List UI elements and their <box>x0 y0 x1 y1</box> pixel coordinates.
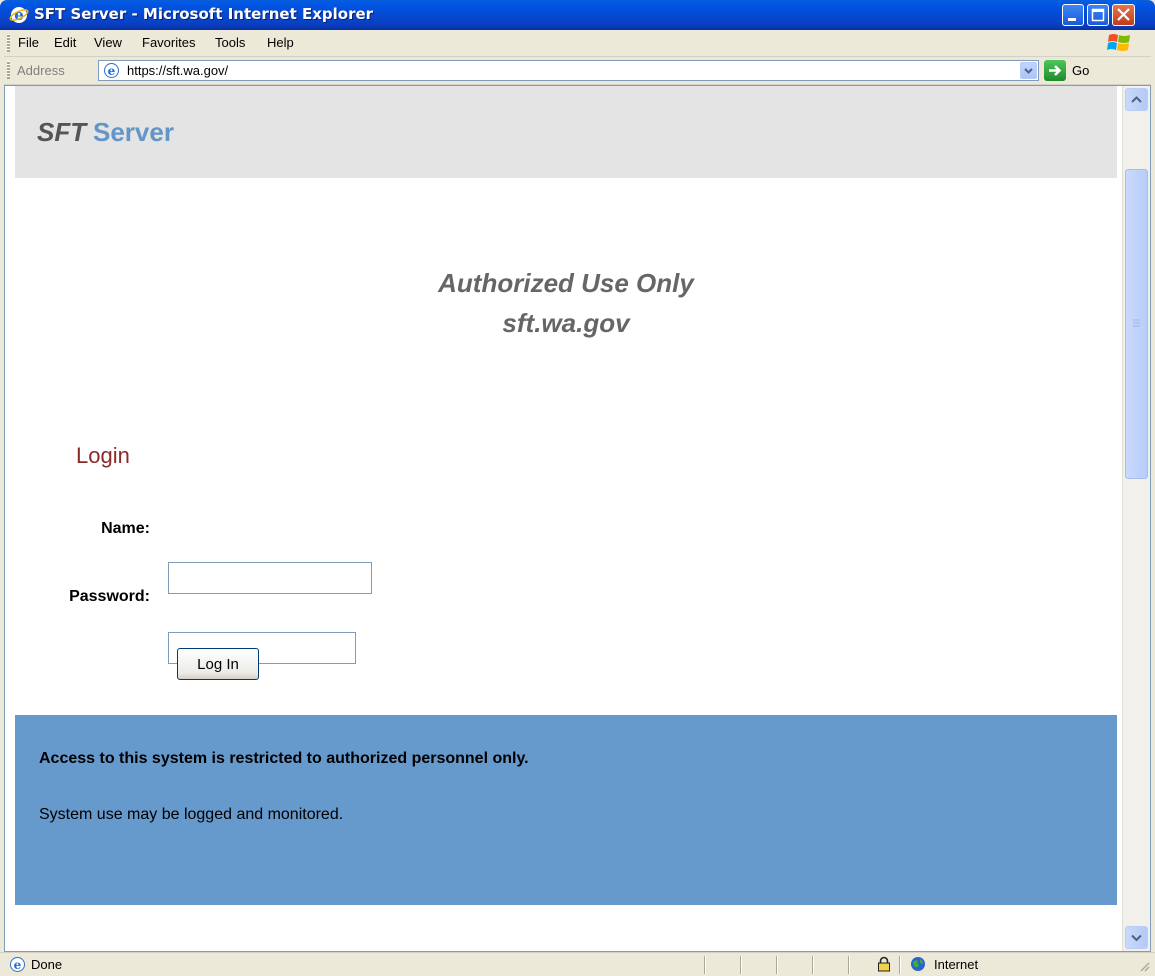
address-label: Address <box>17 63 65 78</box>
title-bar: e SFT Server - Microsoft Internet Explor… <box>0 0 1155 30</box>
auth-notice-host: sft.wa.gov <box>502 308 630 338</box>
ie-page-icon: e <box>10 957 25 972</box>
menu-bar: File Edit View Favorites Tools Help <box>4 30 1151 57</box>
close-icon <box>1117 8 1130 21</box>
address-url: https://sft.wa.gov/ <box>127 63 229 78</box>
svg-text:e: e <box>14 958 22 972</box>
status-bar: e Done Internet <box>0 952 1155 976</box>
name-input[interactable] <box>168 562 372 594</box>
login-button[interactable]: Log In <box>177 648 259 680</box>
address-dropdown-button[interactable] <box>1020 62 1037 79</box>
web-page: SFT Server Authorized Use Only sft.wa.go… <box>15 86 1117 905</box>
go-button[interactable] <box>1044 60 1066 81</box>
resize-grip-icon[interactable] <box>1135 957 1151 973</box>
minimize-button[interactable] <box>1062 4 1084 26</box>
globe-icon <box>911 957 925 971</box>
security-zone: Internet <box>934 957 979 972</box>
menu-view[interactable]: View <box>94 35 122 50</box>
menu-tools[interactable]: Tools <box>215 35 245 50</box>
chevron-down-icon <box>1024 68 1033 74</box>
grip-lines-icon <box>1133 319 1140 327</box>
status-divider <box>740 956 742 974</box>
toolbar-grip[interactable] <box>7 34 10 52</box>
chevron-up-icon <box>1131 96 1142 103</box>
svg-text:e: e <box>108 64 116 78</box>
maximize-button[interactable] <box>1087 4 1109 26</box>
name-label: Name: <box>101 520 150 537</box>
brand-server: Server <box>93 117 174 147</box>
lock-icon[interactable] <box>876 956 892 972</box>
windows-flag-icon <box>1107 34 1130 51</box>
page-header: SFT Server <box>15 86 1117 178</box>
svg-text:e: e <box>14 6 24 24</box>
address-bar: Address e https://sft.wa.gov/ Go <box>4 57 1151 85</box>
menu-help[interactable]: Help <box>267 35 294 50</box>
close-button[interactable] <box>1112 4 1135 26</box>
window-title: SFT Server - Microsoft Internet Explorer <box>34 5 374 23</box>
scroll-up-button[interactable] <box>1125 88 1148 111</box>
scroll-thumb[interactable] <box>1125 169 1148 479</box>
go-label[interactable]: Go <box>1072 63 1089 78</box>
status-divider <box>776 956 778 974</box>
restricted-notice: Access to this system is restricted to a… <box>39 750 529 767</box>
address-input[interactable]: e https://sft.wa.gov/ <box>98 60 1039 81</box>
status-divider <box>848 956 850 974</box>
status-text: Done <box>31 957 63 972</box>
notice-footer: Access to this system is restricted to a… <box>15 715 1117 905</box>
maximize-icon <box>1091 8 1105 22</box>
status-divider <box>704 956 706 974</box>
toolbar-grip[interactable] <box>7 61 10 79</box>
brand-sft: SFT <box>37 117 87 147</box>
minimize-icon <box>1068 18 1076 21</box>
go-arrow-icon <box>1049 65 1062 76</box>
browser-viewport: SFT Server Authorized Use Only sft.wa.go… <box>4 85 1151 952</box>
ie-logo-icon: e <box>9 6 29 24</box>
scroll-down-button[interactable] <box>1125 926 1148 949</box>
chevron-down-icon <box>1131 934 1142 942</box>
status-divider <box>899 956 901 974</box>
menu-favorites[interactable]: Favorites <box>142 35 195 50</box>
menu-edit[interactable]: Edit <box>54 35 76 50</box>
ie-page-icon: e <box>104 63 119 78</box>
vertical-scrollbar[interactable] <box>1122 86 1150 951</box>
login-heading: Login <box>76 443 130 468</box>
monitoring-notice: System use may be logged and monitored. <box>39 806 344 823</box>
status-divider <box>812 956 814 974</box>
password-label: Password: <box>69 588 150 605</box>
auth-notice-title: Authorized Use Only <box>438 268 694 298</box>
menu-file[interactable]: File <box>18 35 39 50</box>
